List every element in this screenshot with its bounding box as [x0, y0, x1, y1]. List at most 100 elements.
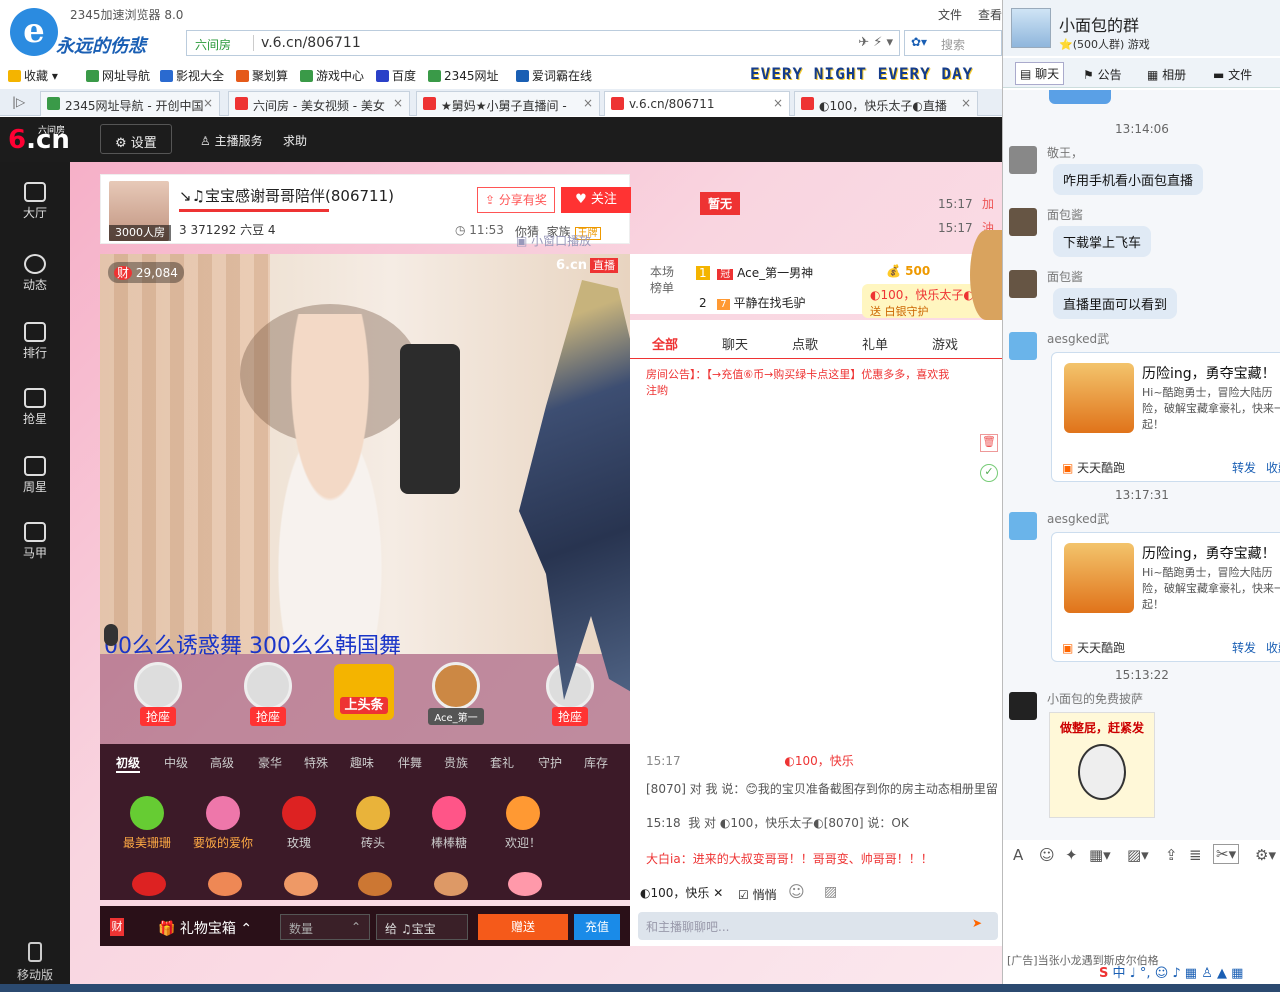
pig-icon[interactable] [508, 872, 542, 896]
badge-icon[interactable] [358, 872, 392, 896]
anchor-service-link[interactable]: ♙ 主播服务 [200, 132, 263, 149]
qq-tab-chat[interactable]: ▤ 聊天 [1015, 62, 1065, 85]
seat-2[interactable]: 抢座 [238, 662, 298, 726]
gift-item[interactable]: 砖头 [338, 796, 408, 851]
lips-icon[interactable] [132, 872, 166, 896]
seat-1[interactable]: 抢座 [128, 662, 188, 726]
gallery-icon[interactable]: ▦▾ [1089, 846, 1111, 864]
gift-tab[interactable]: 守护 [538, 754, 562, 771]
address-url[interactable]: v.6.cn/806711 [261, 35, 361, 51]
rank-row-1[interactable]: 1 冠 Ace_第一男神 [696, 264, 813, 281]
forward-link[interactable]: 转发 [1232, 639, 1256, 656]
upload-icon[interactable]: ⇪ [1165, 846, 1178, 864]
bookmark-item[interactable]: 2345网址 [428, 67, 499, 84]
shake-icon[interactable]: ✦ [1065, 846, 1078, 864]
hands-icon[interactable] [434, 872, 468, 896]
gift-item[interactable]: 要饭的爱你 [188, 796, 258, 851]
emoji-icon[interactable]: ☺ [1039, 846, 1055, 864]
nav-vest[interactable]: 马甲 [0, 522, 70, 561]
ime-toolbar[interactable]: S 中 ♩ °, ☺ ♪ ▦ ♙ ▲ ▦ [1099, 962, 1280, 984]
site-logo[interactable]: 6.cn 六间房 [8, 125, 70, 155]
tab-2345[interactable]: 2345网址导航 - 开创中国 × [40, 91, 220, 116]
more-icon[interactable]: ⚙▾ [1255, 846, 1276, 864]
member-avatar[interactable] [1009, 332, 1037, 360]
chat-target-select[interactable]: ◐100，快乐 ✕ [640, 884, 723, 901]
settings-button[interactable]: ⚙ 设置 [100, 124, 172, 154]
nav-star[interactable]: 抢星 [0, 388, 70, 427]
cow-icon[interactable] [208, 872, 242, 896]
member-avatar[interactable] [1009, 512, 1037, 540]
menu-file[interactable]: 文件 [938, 6, 962, 23]
qq-tab-notice[interactable]: ⚑ 公告 [1083, 66, 1122, 83]
search-box[interactable]: ✿▾ 搜索 [904, 30, 1002, 56]
send-icon[interactable]: ➤ [972, 916, 982, 930]
tab-room-2[interactable]: ◐100，快乐太子◐直播 × [794, 91, 978, 116]
emoji-icon[interactable]: ☺ [788, 882, 805, 901]
member-avatar[interactable] [1009, 208, 1037, 236]
check-icon[interactable]: ✓ [980, 464, 998, 482]
group-avatar[interactable] [1011, 8, 1051, 48]
nav-week[interactable]: 周星 [0, 456, 70, 495]
bookmark-item[interactable]: 百度 [376, 67, 416, 84]
close-icon[interactable]: × [773, 96, 783, 110]
tab-room[interactable]: ★舅妈★小舅子直播间 - × [416, 91, 600, 116]
gift-tab[interactable]: 套礼 [490, 754, 514, 771]
close-icon[interactable]: × [583, 96, 593, 110]
font-icon[interactable]: A [1013, 846, 1023, 864]
tab-6cn[interactable]: 六间房 - 美女视频 - 美女 × [228, 91, 410, 116]
trash-icon[interactable]: 🗑 [980, 434, 998, 452]
gift-item[interactable]: 玫瑰 [264, 796, 334, 851]
bookmark-item[interactable]: 聚划算 [236, 67, 288, 84]
gift-item[interactable]: 欢迎！ [488, 796, 558, 851]
help-link[interactable]: 求助 [283, 132, 307, 149]
bookmark-item[interactable]: 收藏 ▾ [8, 67, 58, 84]
tab-current[interactable]: v.6.cn/806711 × [604, 91, 790, 116]
chat-tab-gifts[interactable]: 礼单 [862, 334, 888, 353]
recipient-select[interactable]: 给 ♫宝宝 [376, 914, 468, 940]
chat-input[interactable]: 和主播聊聊吧... ➤ [638, 912, 998, 940]
charge-button[interactable]: 充值 [574, 914, 620, 940]
gift-tab[interactable]: 贵族 [444, 754, 468, 771]
side-float-button[interactable] [970, 230, 1002, 320]
chat-tab-game[interactable]: 游戏 [932, 334, 958, 353]
follow-button[interactable]: ♥ 关注 [561, 187, 631, 213]
close-icon[interactable]: × [393, 96, 403, 110]
share-card[interactable]: 历险ing，勇夺宝藏！ Hi~酷跑勇士，冒险大陆历险，破解宝藏拿豪礼，快来一起！… [1051, 532, 1280, 662]
bookmark-item[interactable]: 影视大全 [160, 67, 224, 84]
headline-button[interactable]: 上头条 [334, 664, 394, 720]
member-avatar[interactable] [1009, 692, 1037, 720]
gift-tab[interactable]: 伴舞 [398, 754, 422, 771]
chat-tab-chat[interactable]: 聊天 [722, 334, 748, 353]
qq-tab-files[interactable]: ▬ 文件 [1213, 66, 1252, 83]
gift-tab[interactable]: 中级 [164, 754, 188, 771]
collect-link[interactable]: 收藏 [1266, 639, 1280, 656]
chat-tab-song[interactable]: 点歌 [792, 334, 818, 353]
member-avatar[interactable] [1009, 146, 1037, 174]
share-card[interactable]: 历险ing，勇夺宝藏！ Hi~酷跑勇士，冒险大陆历险，破解宝藏拿豪礼，快来一起！… [1051, 352, 1280, 482]
wealth-icon[interactable]: 财 [110, 918, 124, 936]
mobile-version-link[interactable]: 移动版 [14, 942, 56, 983]
chat-tab-all[interactable]: 全部 [652, 334, 678, 353]
nav-dynamic[interactable]: 动态 [0, 254, 70, 293]
share-button[interactable]: ⇪ 分享有奖 [477, 187, 555, 213]
quantity-input[interactable]: 数量 ⌃ [280, 914, 370, 940]
address-bar[interactable]: 六间房 v.6.cn/806711 ✈ ⚡ ▾ [186, 30, 900, 56]
address-action-icons[interactable]: ✈ ⚡ ▾ [858, 35, 893, 50]
gift-tab[interactable]: 特殊 [304, 754, 328, 771]
member-avatar[interactable] [1009, 270, 1037, 298]
nav-hall[interactable]: 大厅 [0, 182, 70, 221]
close-icon[interactable]: × [203, 96, 213, 110]
gift-tab[interactable]: 高级 [210, 754, 234, 771]
image-icon[interactable]: ▨ [824, 884, 837, 900]
seat-4[interactable]: Ace_第一 [426, 662, 486, 725]
gift-tab[interactable]: 库存 [584, 754, 608, 771]
gift-tab-basic[interactable]: 初级 [116, 754, 141, 773]
tab-menu-icon[interactable]: |▷ [12, 95, 25, 109]
menu-view[interactable]: 查看 [978, 6, 1002, 23]
bookmark-item[interactable]: 爱词霸在线 [516, 67, 592, 84]
gift-tab[interactable]: 豪华 [258, 754, 282, 771]
qq-tab-album[interactable]: ▦ 相册 [1147, 66, 1186, 83]
image-icon[interactable]: ▨▾ [1127, 846, 1149, 864]
gift-tab[interactable]: 趣味 [350, 754, 374, 771]
gift-item[interactable]: 棒棒糖 [414, 796, 484, 851]
